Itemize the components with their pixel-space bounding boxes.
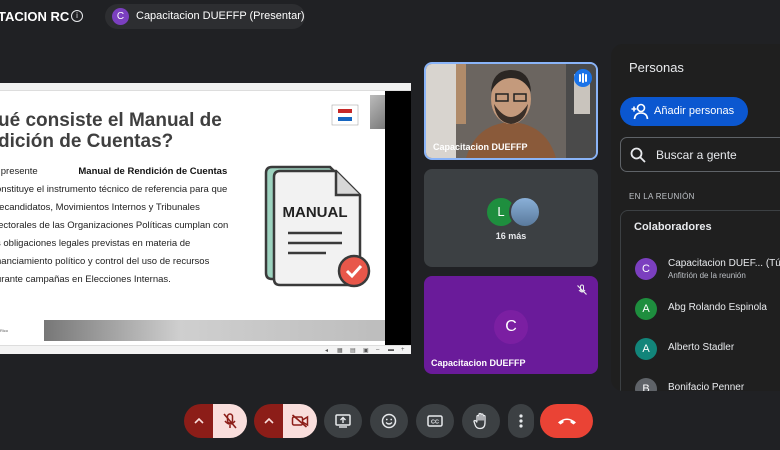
avatar: A [635, 338, 657, 360]
camera-off-icon [291, 414, 309, 428]
slide-body-bold: Manual de Rendición de Cuentas [78, 166, 228, 177]
others-count: 16 más [495, 231, 527, 241]
meeting-topbar: TACION RC i C Capacitacion DUEFFP (Prese… [0, 0, 780, 34]
shared-presentation: ué consiste el Manual de dición de Cuent… [0, 83, 411, 354]
slide-nav-prev-icon[interactable]: ◂ [325, 347, 328, 354]
slide-zoom-slider[interactable]: ▬ [388, 347, 394, 353]
search-field[interactable] [620, 137, 780, 172]
search-icon [630, 147, 646, 163]
slide-window-strip [0, 83, 411, 91]
participant-name: Capacitacion DUEFFP [431, 358, 526, 368]
mic-off-icon [577, 284, 587, 295]
search-input[interactable] [656, 147, 776, 162]
camera-toggle-button[interactable] [283, 404, 317, 438]
present-screen-icon [335, 414, 351, 428]
slide-title-line-1: ué consiste el Manual de [0, 110, 222, 131]
slide-body-line: urante campañas en Elecciones Internas. [0, 274, 171, 285]
institution-logo [331, 104, 359, 126]
participant-tile-others[interactable]: L 16 más [424, 169, 598, 267]
participant-name: Capacitacion DUEFFP [433, 142, 528, 152]
slide-body-prefix: l presente [0, 166, 38, 177]
mic-toggle-button[interactable] [213, 404, 247, 438]
slide-footer-text: Rico [0, 328, 9, 333]
presenting-chip[interactable]: C Capacitacion DUEFFP (Presentar) [105, 4, 305, 29]
mic-off-icon [223, 413, 237, 429]
participant-row[interactable]: A Alberto Stadler [621, 331, 780, 367]
slide-body-text: l presente Manual de Rendición de Cuenta… [0, 163, 251, 289]
slide-title-line-2: dición de Cuentas? [0, 131, 174, 152]
camera-options-button[interactable] [254, 404, 283, 438]
slide-viewer-toolbar: ◂ ▦ ▤ ▣ – ▬ + [0, 345, 411, 354]
slide-body-line: lectorales de las Organizaciones Polític… [0, 220, 229, 231]
participant-name: Bonifacio Penner [668, 382, 745, 391]
manual-document-icon: MANUAL [264, 165, 371, 288]
participant-name: Abg Rolando Espinola [668, 302, 767, 313]
avatar: A [635, 298, 657, 320]
more-options-button[interactable] [508, 404, 534, 438]
panel-title: Personas [629, 60, 684, 75]
slide-body-line: onstituye el instrumento técnico de refe… [0, 184, 228, 195]
avatar [509, 196, 541, 228]
more-vert-icon [519, 414, 523, 428]
mic-options-button[interactable] [184, 404, 213, 438]
slide-zoom-in-icon[interactable]: + [401, 347, 405, 353]
people-panel: Personas Añadir personas EN LA REUNIÓN C… [611, 44, 780, 391]
in-meeting-label: EN LA REUNIÓN [629, 192, 695, 201]
collaborators-title[interactable]: Colaboradores [634, 221, 712, 233]
slide-letterbox [385, 91, 411, 353]
participant-name: Capacitacion DUEF... (Tú) [668, 258, 780, 269]
slide-body-line: nanciamiento político y control del uso … [0, 256, 210, 267]
hang-up-icon [557, 418, 576, 425]
avatar: B [635, 378, 657, 391]
slide-title: ué consiste el Manual de dición de Cuent… [0, 110, 222, 152]
svg-text:CC: CC [431, 420, 439, 426]
participant-row[interactable]: C Capacitacion DUEF... (Tú) Anfitrión de… [621, 251, 780, 287]
participant-row[interactable]: B Bonifacio Penner [621, 371, 780, 391]
manual-doc-label: MANUAL [283, 204, 348, 221]
collaborators-group: Colaboradores C Capacitacion DUEF... (Tú… [620, 210, 780, 391]
add-person-icon [631, 103, 649, 120]
avatar: C [635, 258, 657, 280]
add-people-label: Añadir personas [654, 105, 735, 117]
reactions-button[interactable] [370, 404, 408, 438]
info-icon[interactable]: i [71, 10, 83, 22]
slide-footer-band [44, 320, 385, 341]
slide-view-icon[interactable]: ▣ [363, 347, 369, 354]
leave-call-button[interactable] [540, 404, 593, 438]
speaking-indicator-icon [574, 69, 592, 87]
captions-icon: CC [427, 415, 443, 427]
raise-hand-button[interactable] [462, 404, 500, 438]
slide-view-icon[interactable]: ▤ [350, 347, 356, 354]
emoji-icon [381, 413, 397, 429]
participant-role: Anfitrión de la reunión [668, 271, 746, 280]
meeting-title: TACION RC [0, 9, 70, 24]
chevron-up-icon [193, 418, 204, 424]
captions-button[interactable]: CC [416, 404, 454, 438]
participant-tile-presenter[interactable]: Capacitacion DUEFFP [424, 62, 598, 160]
avatar: C [494, 310, 528, 344]
raise-hand-icon [473, 412, 486, 430]
participant-tile-self[interactable]: C Capacitacion DUEFFP [424, 276, 598, 374]
call-controls: CC [0, 400, 780, 442]
present-screen-button[interactable] [324, 404, 362, 438]
slide-body-line: recandidatos, Movimientos Internos y Tri… [0, 202, 200, 213]
add-people-button[interactable]: Añadir personas [620, 97, 748, 126]
slide-view-icon[interactable]: ▦ [337, 347, 343, 354]
slide-body-line: l presente Manual de Rendición de Cuenta… [0, 163, 251, 181]
presenting-label: Capacitacion DUEFFP (Presentar) [136, 10, 305, 22]
participant-row[interactable]: A Abg Rolando Espinola [621, 291, 780, 327]
presenter-avatar: C [112, 8, 129, 25]
participant-name: Alberto Stadler [668, 342, 735, 353]
slide-zoom-out-icon[interactable]: – [376, 347, 379, 353]
chevron-up-icon [263, 418, 274, 424]
slide-body-line: s obligaciones legales previstas en mate… [0, 238, 191, 249]
